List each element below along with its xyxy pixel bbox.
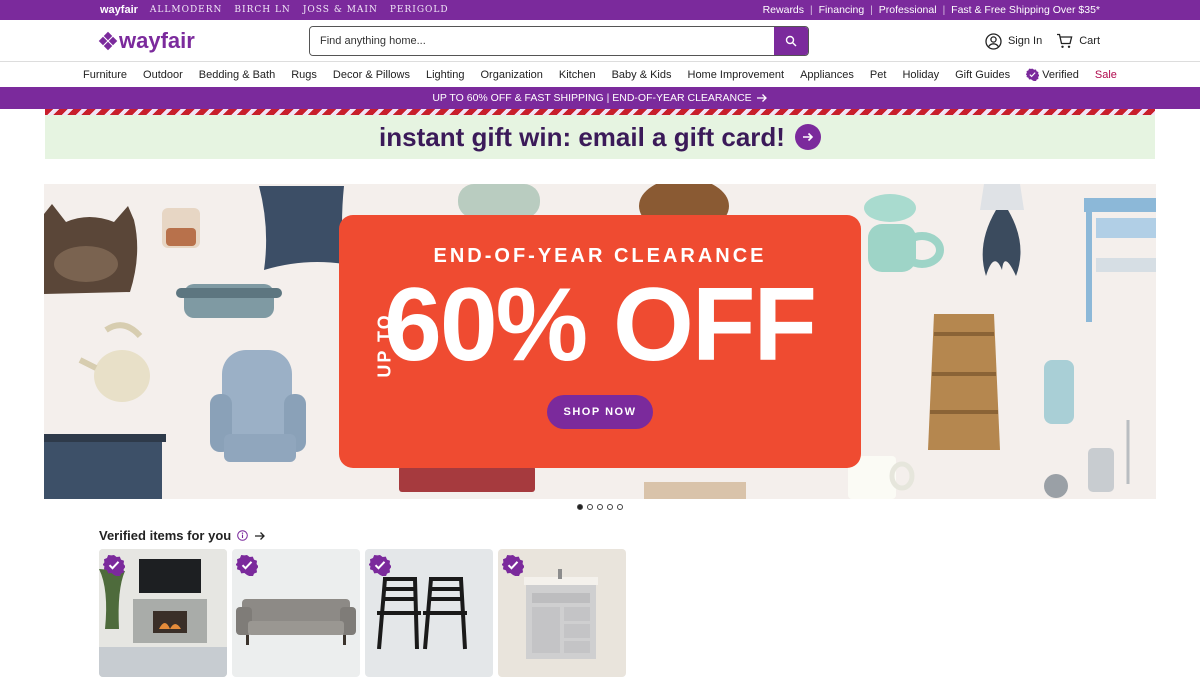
rewards-link[interactable]: Rewards (757, 4, 810, 16)
search-input[interactable] (310, 27, 774, 55)
sign-in-label: Sign In (1007, 35, 1043, 47)
nav-lighting[interactable]: Lighting (426, 69, 465, 81)
carousel-dot-2[interactable] (587, 504, 593, 510)
brand-link-joss-main[interactable]: JOSS & MAIN (303, 5, 378, 15)
promo-bar[interactable]: UP TO 60% OFF & FAST SHIPPING | END-OF-Y… (0, 87, 1200, 109)
hero-eyebrow: END-OF-YEAR CLEARANCE (433, 245, 767, 267)
nav-organization[interactable]: Organization (481, 69, 543, 81)
verified-badge-icon (369, 555, 391, 576)
financing-link[interactable]: Financing (813, 4, 871, 16)
nav-sale[interactable]: Sale (1095, 69, 1117, 81)
account-area: Sign In Cart (985, 20, 1100, 62)
top-brand-bar: wayfair ALLMODERN BIRCH LN JOSS & MAIN P… (0, 0, 1200, 20)
verified-badge-icon (1026, 68, 1040, 81)
divider: | (810, 4, 813, 16)
cart-label: Cart (1079, 35, 1100, 47)
arrow-right-icon (802, 132, 814, 142)
brand-link-allmodern[interactable]: ALLMODERN (150, 5, 222, 15)
carousel-dot-3[interactable] (597, 504, 603, 510)
nav-bedding-bath[interactable]: Bedding & Bath (199, 69, 275, 81)
cart-icon (1057, 33, 1073, 48)
nav-pet[interactable]: Pet (870, 69, 887, 81)
verified-badge-icon (502, 555, 524, 576)
pinwheel-logo-icon (98, 31, 118, 50)
verified-label: Verified (1042, 68, 1079, 81)
professional-link[interactable]: Professional (873, 4, 943, 16)
carousel-dot-1[interactable] (577, 504, 583, 510)
nav-appliances[interactable]: Appliances (800, 69, 854, 81)
nav-holiday[interactable]: Holiday (902, 69, 939, 81)
verified-section-title: Verified items for you (99, 528, 232, 543)
nav-gift-guides[interactable]: Gift Guides (955, 69, 1010, 81)
search-button[interactable] (774, 27, 808, 55)
verified-product-tiles (99, 549, 626, 677)
verified-badge-icon (103, 555, 125, 576)
product-tile-tv-stand[interactable] (99, 549, 227, 677)
divider: | (870, 4, 873, 16)
logo-text: wayfair (119, 27, 195, 53)
brand-family-links: wayfair ALLMODERN BIRCH LN JOSS & MAIN P… (100, 4, 449, 16)
arrow-right-icon (756, 94, 767, 102)
shop-now-button[interactable]: SHOP NOW (547, 395, 653, 429)
user-icon (985, 32, 1002, 50)
brand-link-perigold[interactable]: PERIGOLD (390, 5, 449, 15)
carousel-dots (577, 504, 623, 510)
carousel-dot-5[interactable] (617, 504, 623, 510)
carousel-dot-4[interactable] (607, 504, 613, 510)
shipping-link[interactable]: Fast & Free Shipping Over $35* (945, 4, 1100, 16)
verified-badge-icon (236, 555, 258, 576)
hero-banner[interactable]: END-OF-YEAR CLEARANCE UP TO 60% OFF SHOP… (44, 184, 1156, 499)
nav-kitchen[interactable]: Kitchen (559, 69, 596, 81)
brand-link-birch-lane[interactable]: BIRCH LN (234, 5, 290, 15)
nav-rugs[interactable]: Rugs (291, 69, 317, 81)
nav-home-improvement[interactable]: Home Improvement (688, 69, 785, 81)
clearance-promo-card[interactable]: END-OF-YEAR CLEARANCE UP TO 60% OFF SHOP… (339, 215, 861, 468)
arrow-right-icon[interactable] (254, 531, 266, 541)
nav-decor-pillows[interactable]: Decor & Pillows (333, 69, 410, 81)
main-header: wayfair Sign In Cart (0, 20, 1200, 62)
hero-headline: 60% OFF (384, 267, 817, 383)
promo-text: UP TO 60% OFF & FAST SHIPPING | END-OF-Y… (432, 92, 752, 104)
verified-section-header[interactable]: Verified items for you (99, 528, 266, 543)
divider: | (942, 4, 946, 16)
gift-banner-arrow-button[interactable] (794, 124, 821, 150)
brand-link-wayfair[interactable]: wayfair (100, 4, 138, 16)
info-icon[interactable] (237, 530, 249, 541)
product-tile-dining-chairs[interactable] (365, 549, 493, 677)
search-bar (309, 26, 809, 56)
gift-card-banner[interactable]: instant gift win: email a gift card! (45, 115, 1155, 159)
nav-furniture[interactable]: Furniture (83, 69, 127, 81)
sign-in-button[interactable]: Sign In (985, 32, 1043, 50)
wayfair-logo[interactable]: wayfair (98, 27, 310, 54)
gift-banner-text: instant gift win: email a gift card! (379, 121, 785, 152)
search-icon (785, 35, 797, 47)
product-tile-bathroom-vanity[interactable] (498, 549, 626, 677)
nav-verified[interactable]: Verified (1026, 68, 1079, 81)
utility-links: Rewards | Financing | Professional | Fast &… (757, 4, 1100, 16)
product-tile-sofa[interactable] (232, 549, 360, 677)
cart-button[interactable]: Cart (1056, 33, 1100, 49)
category-nav: Furniture Outdoor Bedding & Bath Rugs De… (0, 62, 1200, 87)
nav-baby-kids[interactable]: Baby & Kids (612, 69, 672, 81)
nav-outdoor[interactable]: Outdoor (143, 69, 183, 81)
